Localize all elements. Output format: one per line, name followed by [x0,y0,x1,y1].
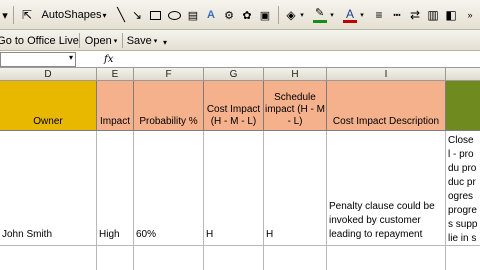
column-header-i[interactable]: I [327,68,446,81]
clipart-icon[interactable]: ✿ [240,7,254,23]
line-style-icon[interactable]: ≡ [372,7,386,23]
header-cell-cost-impact-description[interactable]: Cost Impact Description [327,81,446,131]
textbox-icon[interactable]: ▤ [186,7,200,23]
line-color-icon[interactable]: ✎ [312,6,328,24]
column-header-f[interactable]: F [134,68,204,81]
name-box[interactable]: ▾ [0,52,76,67]
oval-icon[interactable] [166,8,182,22]
chevron-down-icon[interactable]: ▾ [298,7,306,23]
column-header-e[interactable]: E [97,68,134,81]
open-menu[interactable]: Open ▾ [82,32,120,49]
chevron-down-icon[interactable]: ▾ [328,7,336,23]
formula-bar: ▾ fx [0,51,480,68]
empty-cell[interactable] [327,246,446,270]
empty-cell[interactable] [97,246,134,270]
chevron-down-icon[interactable]: ▾ [358,7,366,23]
header-cell-owner[interactable]: Owner [0,81,97,131]
font-color-icon[interactable]: A [342,6,358,24]
cell-next[interactable]: Close l - produ produc progres progres s… [446,131,480,246]
font-color-swatch [343,20,357,23]
autoshapes-menu[interactable]: AutoShapes ▾ [40,7,108,23]
select-objects-icon[interactable]: ⇱ [20,7,34,23]
empty-cell[interactable] [0,246,97,270]
empty-cell[interactable] [204,246,264,270]
column-header-j[interactable] [446,68,480,81]
save-label: Save [126,34,152,47]
column-header-d[interactable]: D [0,68,97,81]
header-cell-cost-impact[interactable]: Cost Impact (H - M - L) [204,81,264,131]
column-header-g[interactable]: G [204,68,264,81]
line-color-swatch [313,20,327,23]
header-cell-impact[interactable]: Impact [97,81,134,131]
open-label: Open [84,34,112,47]
empty-cell[interactable] [134,246,204,270]
toolbar-options-icon[interactable]: ▾ [160,36,170,49]
cell-cost-impact[interactable]: H [204,131,264,246]
office-live-toolbar: Go to Office Live Open ▾ Save ▾ ▾ [0,30,480,51]
shadow-style-icon[interactable]: ▥ [426,7,440,23]
chevron-down-icon[interactable]: ▾ [69,53,73,62]
autoshapes-label: AutoShapes [41,9,102,21]
cell-impact[interactable]: High [97,131,134,246]
formula-input[interactable] [120,51,480,67]
line-icon[interactable]: ╲ [114,7,128,23]
picture-icon[interactable]: ▣ [258,7,272,23]
fx-icon[interactable]: fx [104,51,113,68]
chevron-down-icon[interactable]: ▾ [0,8,10,22]
fill-color-icon[interactable]: ◈ [284,7,298,23]
wordart-icon[interactable]: A [204,7,218,23]
cell-owner[interactable]: John Smith [0,131,97,246]
overflow-icon[interactable]: » [460,7,480,23]
header-cell-schedule-impact[interactable]: Schedule impact (H - M - L) [264,81,327,131]
save-menu[interactable]: Save ▾ [124,32,160,49]
cell-cost-impact-description[interactable]: Penalty clause could be invoked by custo… [327,131,446,246]
header-cell-next[interactable] [446,81,480,131]
column-header-h[interactable]: H [264,68,327,81]
dash-style-icon[interactable]: ┅ [390,7,404,23]
diagram-icon[interactable]: ⚙ [222,7,236,23]
arrow-style-icon[interactable]: ⇄ [408,7,422,23]
header-cell-probability[interactable]: Probability % [134,81,204,131]
cell-schedule-impact[interactable]: H [264,131,327,246]
rectangle-icon[interactable] [148,8,162,22]
3d-style-icon[interactable]: ◧ [444,7,458,23]
spreadsheet-grid: D E F G H I Owner Impact Probability % C… [0,68,480,270]
empty-cell[interactable] [264,246,327,270]
arrow-icon[interactable]: ↘ [130,7,144,23]
drawing-toolbar: ▾ ⇱ AutoShapes ▾ ╲ ↘ ▤ A ⚙ ✿ ▣ ◈ ▾ ✎ ▾ A … [0,0,480,30]
cell-probability[interactable]: 60% [134,131,204,246]
go-to-office-live-button[interactable]: Go to Office Live [0,32,79,49]
